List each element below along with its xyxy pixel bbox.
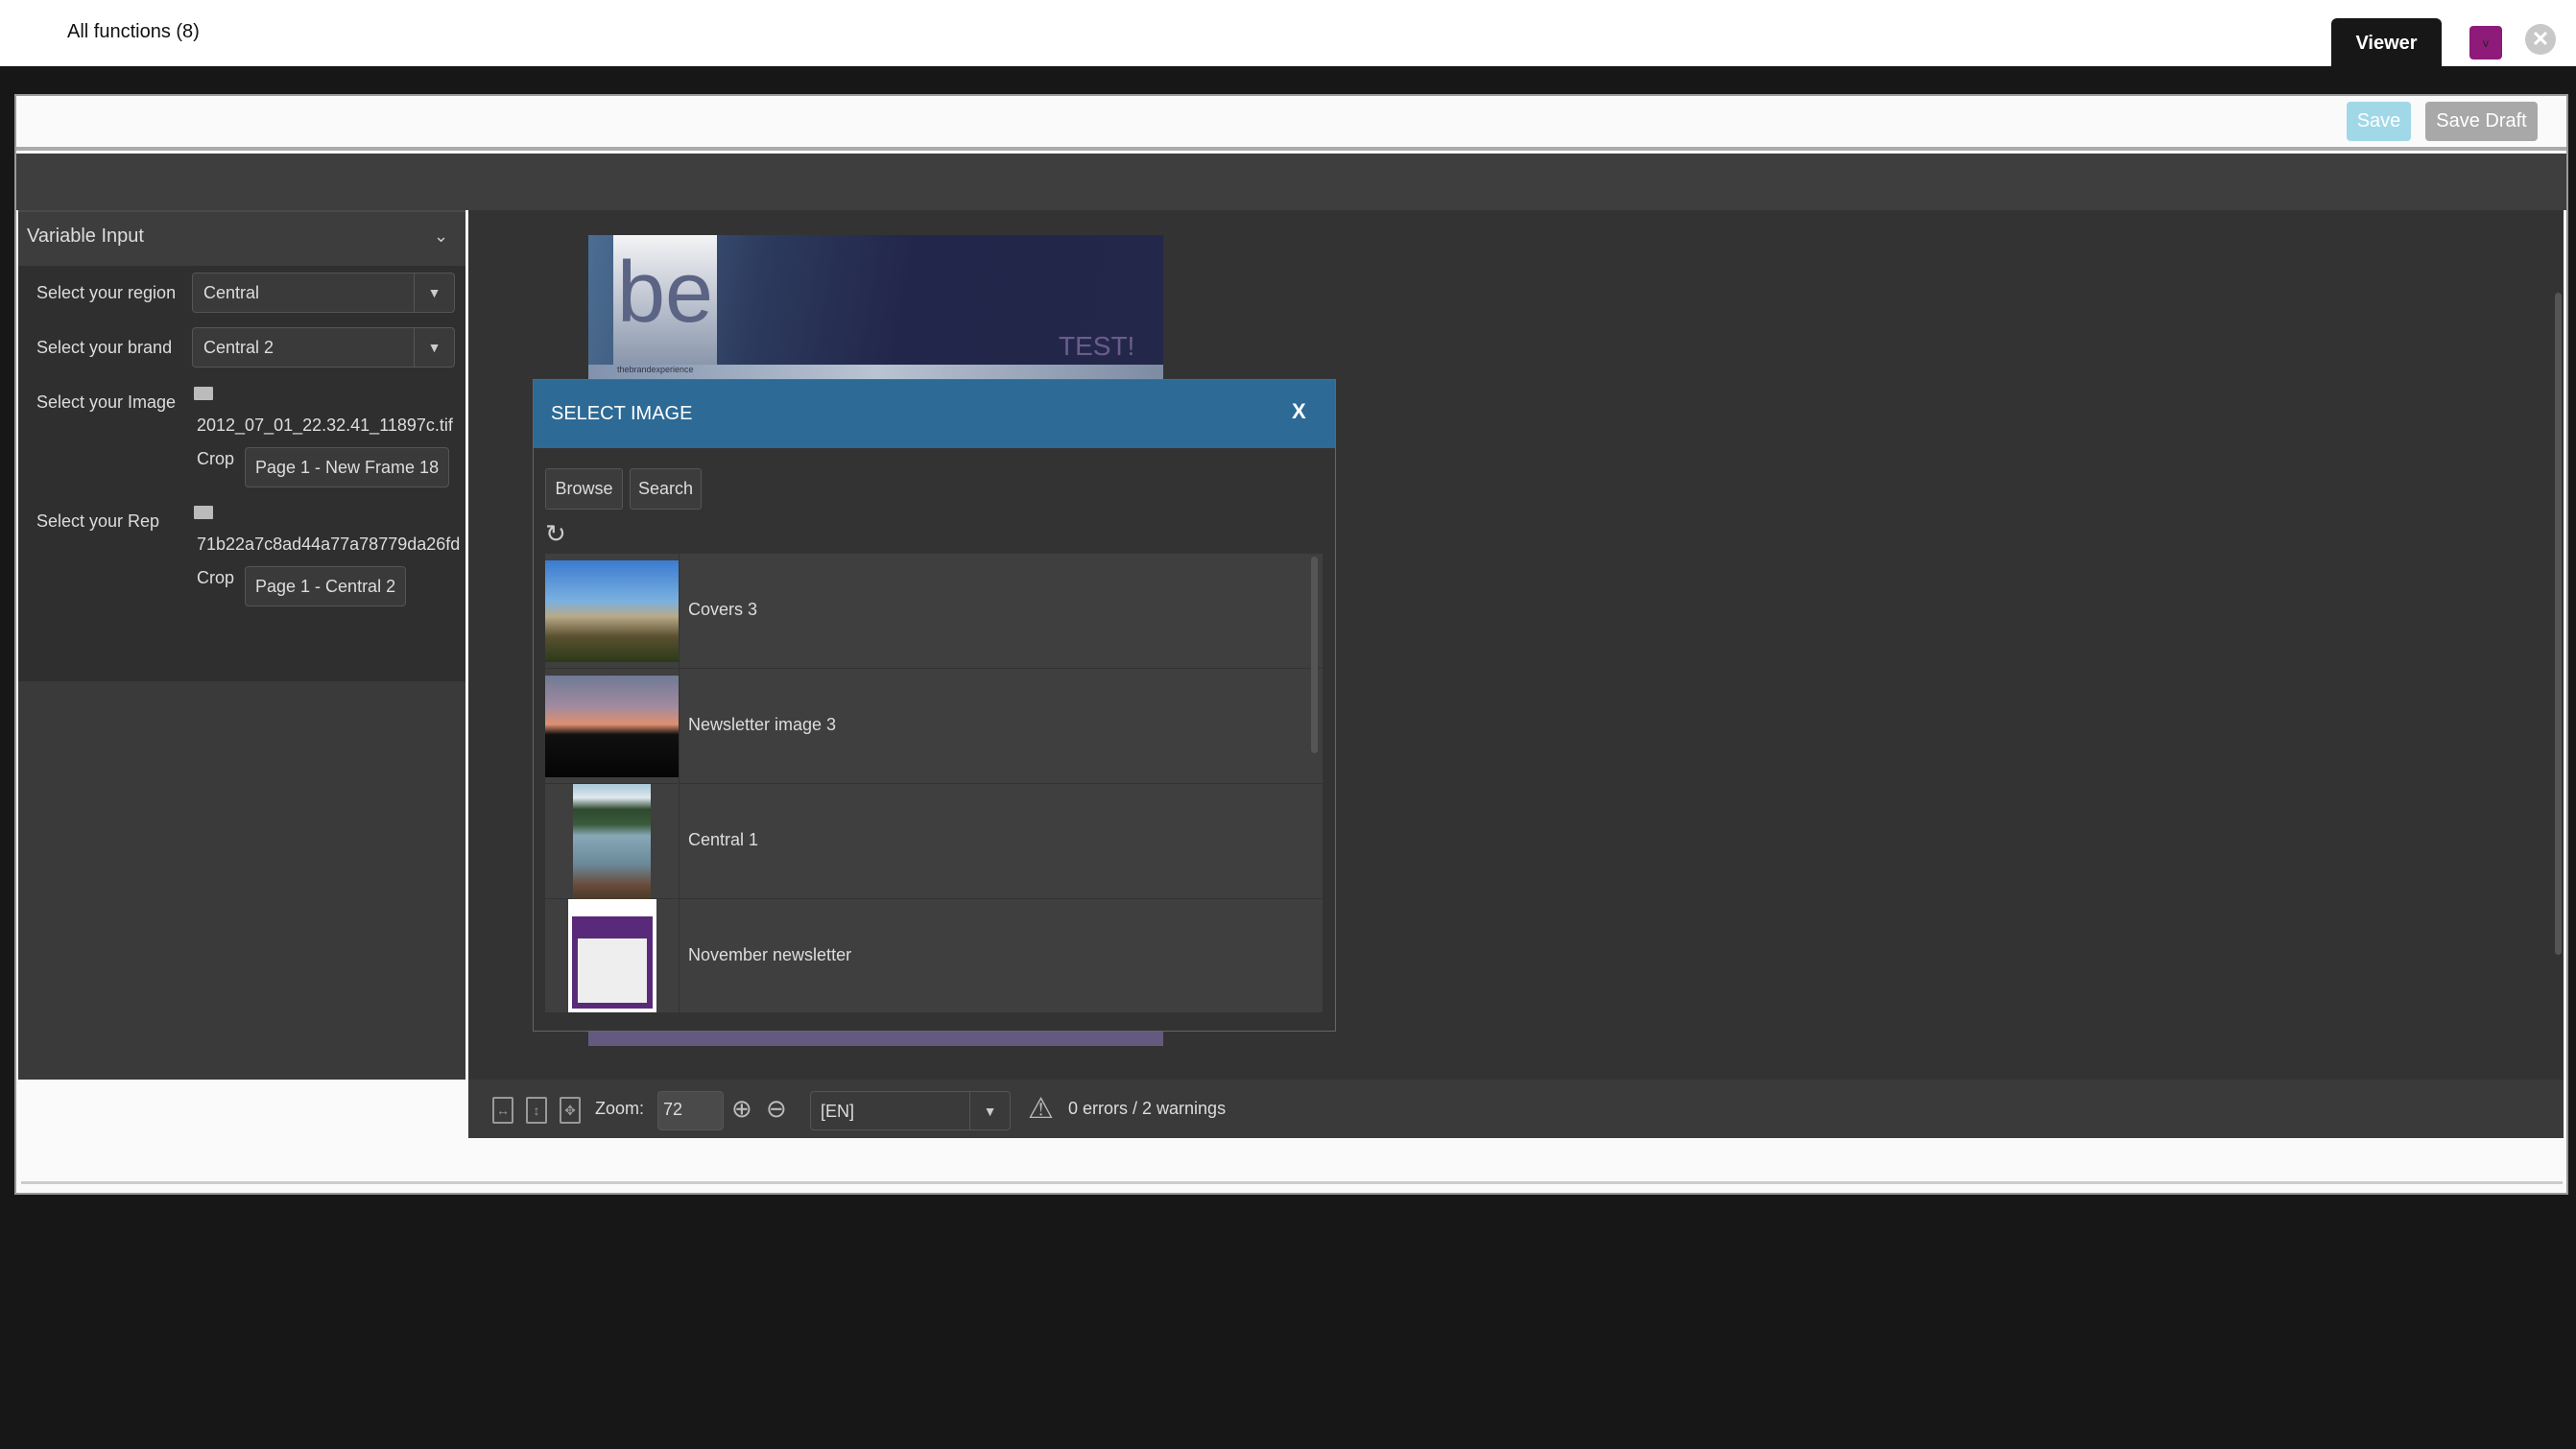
region-value: Central (203, 283, 260, 302)
zoom-label: Zoom: (595, 1099, 645, 1118)
thumbnail-image (545, 560, 679, 662)
dropdown-arrow-icon: ▼ (414, 273, 454, 312)
rep-label: Select your Rep (36, 511, 160, 531)
save-button[interactable]: Save (2347, 102, 2411, 141)
item-name: Newsletter image 3 (688, 715, 837, 734)
editor-header-band (16, 154, 2566, 210)
fit-width-icon[interactable]: ↔ (492, 1097, 513, 1124)
image-picker-icon[interactable] (194, 387, 213, 400)
thumbnail-image (567, 899, 656, 1012)
refresh-icon[interactable]: ↻ (545, 519, 566, 549)
fit-height-icon[interactable]: ↕ (526, 1097, 547, 1124)
brand-select[interactable]: Central 2 ▼ (192, 327, 455, 368)
thumbnail-cell (545, 784, 680, 899)
language-select[interactable]: [EN] ▼ (810, 1091, 1011, 1130)
language-value: [EN] (821, 1102, 855, 1121)
menu-dropdown-button[interactable]: v (2469, 26, 2502, 59)
brand-logo: be (613, 235, 717, 365)
all-functions-label[interactable]: All functions (8) (67, 21, 200, 43)
list-scrollbar[interactable] (1311, 557, 1318, 753)
image-label: Select your Image (36, 392, 177, 412)
image-filename: 2012_07_01_22.32.41_11897c.tif (197, 416, 453, 435)
item-name: Central 1 (688, 830, 759, 849)
list-item[interactable]: Newsletter image 3 (545, 669, 1323, 784)
dropdown-arrow-icon: ▼ (969, 1092, 1010, 1129)
region-select[interactable]: Central ▼ (192, 273, 455, 313)
list-item[interactable]: November newsletter (545, 899, 1323, 1012)
image-crop-button[interactable]: Page 1 - New Frame 18 (245, 447, 450, 487)
chevron-down-icon[interactable]: ⌄ (434, 226, 448, 247)
list-item[interactable]: Covers 3 (545, 554, 1323, 669)
status-text[interactable]: 0 errors / 2 warnings (1068, 1099, 1226, 1119)
dialog-close-icon[interactable]: X (1292, 399, 1306, 424)
rep-crop-button[interactable]: Page 1 - Central 2 (245, 566, 407, 606)
crop-label: Crop (197, 449, 235, 468)
browse-button[interactable]: Browse (545, 468, 623, 510)
panel-title: Variable Input (27, 226, 144, 247)
search-button[interactable]: Search (630, 468, 702, 510)
thumbnail-image (545, 676, 679, 777)
canvas-scrollbar[interactable] (2555, 293, 2562, 955)
save-draft-button[interactable]: Save Draft (2425, 102, 2538, 141)
thumbnail-image (573, 784, 651, 899)
list-item[interactable]: Central 1 (545, 784, 1323, 899)
editor-toolbar (16, 96, 2566, 151)
fit-page-icon[interactable]: ✥ (560, 1097, 581, 1124)
banner-text: TEST! (1059, 331, 1135, 361)
image-list: Covers 3 Newsletter image 3 Central 1 No… (545, 554, 1323, 1012)
zoom-input[interactable]: 72 (657, 1091, 724, 1130)
crop-label: Crop (197, 568, 235, 587)
footer-divider (21, 1181, 2563, 1184)
zoom-out-icon[interactable]: ⊖ (766, 1094, 787, 1124)
thumbnail-cell (545, 899, 680, 1012)
rep-filename: 71b22a7c8ad44a77a78779da26fd (197, 534, 461, 554)
viewer-tab[interactable]: Viewer (2331, 18, 2442, 68)
region-label: Select your region (36, 283, 177, 302)
zoom-in-icon[interactable]: ⊕ (731, 1094, 752, 1124)
item-name: Covers 3 (688, 600, 758, 619)
item-name: November newsletter (688, 945, 852, 964)
logo-tagline: thebrandexperience (588, 365, 1163, 379)
dropdown-arrow-icon: ▼ (414, 328, 454, 367)
brand-value: Central 2 (203, 338, 274, 357)
warning-icon[interactable]: ⚠ (1028, 1092, 1054, 1126)
close-icon[interactable]: ✕ (2525, 24, 2556, 55)
thumbnail-cell (545, 554, 680, 669)
top-bar (0, 0, 2576, 66)
thumbnail-cell (545, 669, 680, 784)
dialog-title: SELECT IMAGE (551, 403, 693, 424)
brand-label: Select your brand (36, 338, 173, 357)
image-picker-icon[interactable] (194, 506, 213, 519)
